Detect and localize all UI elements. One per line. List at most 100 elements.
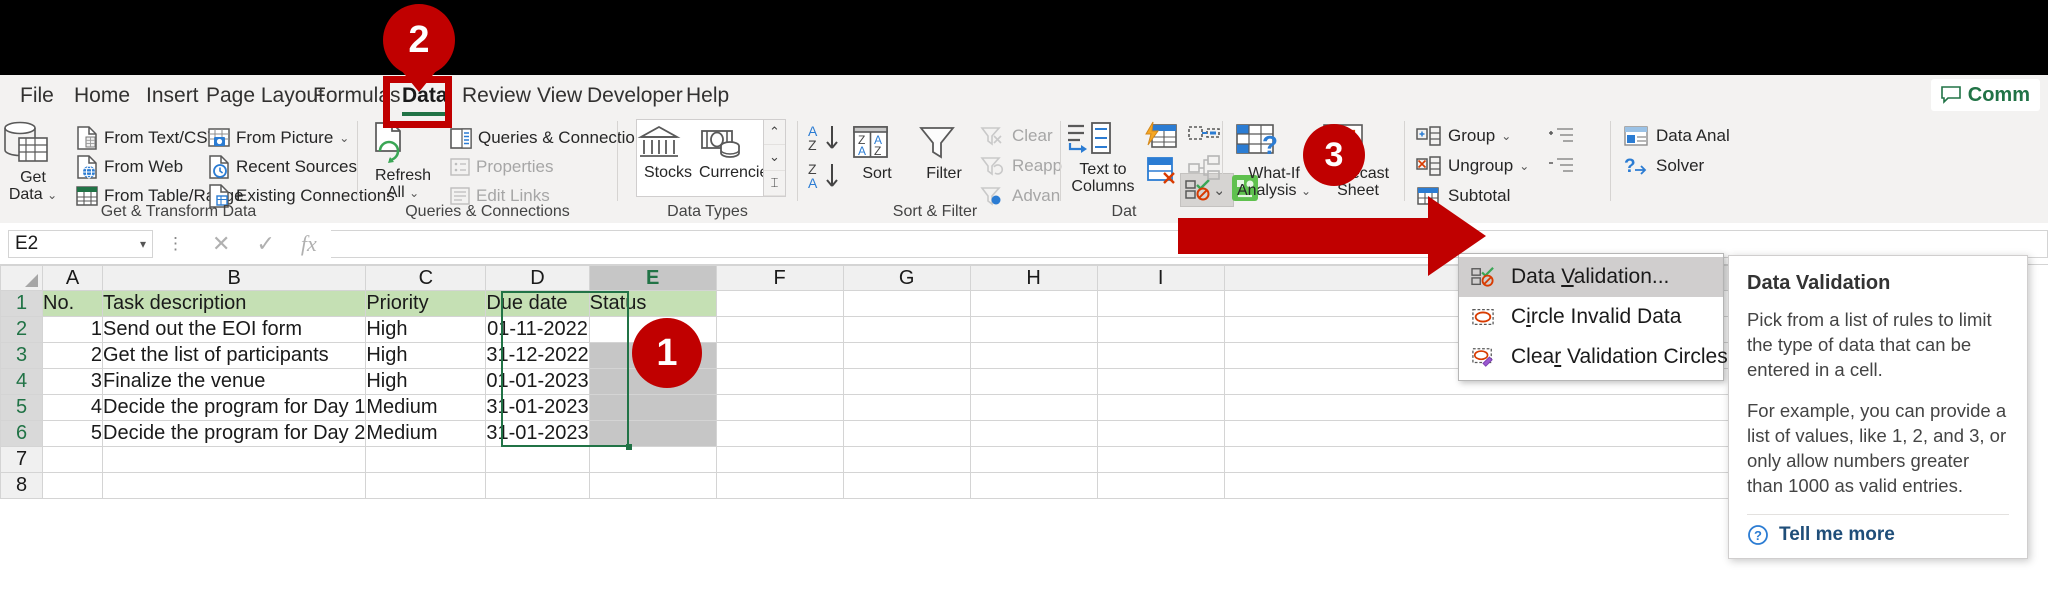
cell-h3[interactable] [969,342,1098,369]
tab-formulas[interactable]: Formulas [307,81,407,111]
cell-i7[interactable] [1096,446,1225,473]
data-validation-dropdown-menu[interactable]: Data Validation... Circle Invalid Data C… [1458,253,1728,381]
cell-e1[interactable]: Status [588,290,717,317]
manage-data-model-button[interactable] [1188,155,1220,181]
cell-b4[interactable]: Finalize the venue [101,368,367,395]
from-web-button[interactable]: From Web [76,154,183,180]
cell-b6[interactable]: Decide the program for Day 2 [101,420,367,447]
cell-c4[interactable]: High [365,368,487,395]
column-header-b[interactable]: B [101,265,367,291]
row-header-5[interactable]: 5 [0,394,43,421]
data-types-gallery[interactable]: Stocks Currencies ⌃ ⌄ ⌶ [636,119,786,197]
ungroup-chevron-down-icon[interactable]: ⌄ [1519,159,1529,173]
cell-g8[interactable] [842,472,971,499]
row-header-6[interactable]: 6 [0,420,43,447]
cell-i8[interactable] [1096,472,1225,499]
row-header-2[interactable]: 2 [0,316,43,343]
from-text-csv-button[interactable]: From Text/CSV [76,125,219,151]
cell-c6[interactable]: Medium [365,420,487,447]
cell-c3[interactable]: High [365,342,487,369]
refresh-all-button[interactable]: Refresh All ⌄ [368,121,438,202]
gallery-scroll-down-icon[interactable]: ⌄ [764,145,785,171]
cell-h7[interactable] [969,446,1098,473]
row-header-3[interactable]: 3 [0,342,43,369]
name-box[interactable]: E2 ▾ [8,229,153,258]
cell-h5[interactable] [969,394,1098,421]
cell-f8[interactable] [715,472,844,499]
fill-handle[interactable] [626,444,632,450]
cell-b7[interactable] [101,446,367,473]
cell-d4[interactable]: 01-01-2023 [485,368,590,395]
hide-detail-icon[interactable] [1549,157,1575,175]
cell-g5[interactable] [842,394,971,421]
show-detail-icon[interactable] [1549,127,1575,145]
cancel-icon[interactable]: ✕ [212,231,230,257]
confirm-icon[interactable]: ✓ [256,231,274,257]
sort-za-button[interactable]: Z A [808,161,846,191]
row-header-7[interactable]: 7 [0,446,43,473]
tab-developer[interactable]: Developer [581,81,689,111]
cell-f3[interactable] [715,342,844,369]
column-header-f[interactable]: F [715,265,844,291]
cell-e7[interactable] [588,446,717,473]
cell-a1[interactable]: No. [42,290,103,317]
name-box-chevron-down-icon[interactable]: ▾ [140,237,146,251]
sort-button[interactable]: Z A A Z Sort [848,123,906,182]
cell-e5[interactable] [588,394,717,421]
tab-view[interactable]: View [531,81,588,111]
cell-f4[interactable] [715,368,844,395]
row-header-4[interactable]: 4 [0,368,43,395]
from-picture-button[interactable]: From Picture ⌄ [208,125,349,151]
recent-sources-button[interactable]: Recent Sources [208,154,357,180]
cell-c7[interactable] [365,446,487,473]
cell-e6[interactable] [588,420,717,447]
tab-file[interactable]: File [14,81,60,111]
column-header-h[interactable]: H [969,265,1098,291]
cell-d2[interactable]: 01-11-2022 [485,316,590,343]
cell-b2[interactable]: Send out the EOI form [101,316,367,343]
ungroup-button[interactable]: Ungroup ⌄ [1416,153,1575,179]
cell-b8[interactable] [101,472,367,499]
cell-h2[interactable] [969,316,1098,343]
gallery-scroll-up-icon[interactable]: ⌃ [764,120,785,146]
tab-home[interactable]: Home [68,81,136,111]
cell-f7[interactable] [715,446,844,473]
cell-d7[interactable] [485,446,590,473]
flash-fill-button[interactable] [1144,121,1178,151]
cell-b1[interactable]: Task description [101,290,367,317]
cell-d6[interactable]: 31-01-2023 [485,420,590,447]
cell-a6[interactable]: 5 [42,420,103,447]
cell-d5[interactable]: 31-01-2023 [485,394,590,421]
cell-h8[interactable] [969,472,1098,499]
column-header-d[interactable]: D [485,265,590,291]
insert-function-icon[interactable]: fx [301,231,317,257]
menu-item-data-validation[interactable]: Data Validation... [1459,257,1723,297]
remove-duplicates-button[interactable] [1144,155,1178,185]
cell-g3[interactable] [842,342,971,369]
cell-d3[interactable]: 31-12-2022 [485,342,590,369]
cell-c8[interactable] [365,472,487,499]
text-to-columns-button[interactable]: Text to Columns [1064,121,1142,195]
cell-d8[interactable] [485,472,590,499]
cell-i6[interactable] [1096,420,1225,447]
data-types-gallery-scrollbar[interactable]: ⌃ ⌄ ⌶ [763,120,785,196]
menu-item-circle-invalid-data[interactable]: Circle Invalid Data [1459,297,1723,337]
group-chevron-down-icon[interactable]: ⌄ [1501,129,1511,143]
cell-a3[interactable]: 2 [42,342,103,369]
tab-insert[interactable]: Insert [140,81,205,111]
select-all-corner[interactable] [0,265,43,291]
column-header-g[interactable]: G [842,265,971,291]
relationships-button[interactable] [1188,121,1220,147]
cell-g2[interactable] [842,316,971,343]
cell-i4[interactable] [1096,368,1225,395]
cell-f2[interactable] [715,316,844,343]
cell-i3[interactable] [1096,342,1225,369]
tab-help[interactable]: Help [680,81,735,111]
cell-b3[interactable]: Get the list of participants [101,342,367,369]
cell-i5[interactable] [1096,394,1225,421]
filter-button[interactable]: Filter [915,123,973,182]
solver-button[interactable]: ? Solver [1624,153,1704,179]
cell-h1[interactable] [969,290,1098,317]
get-data-button[interactable]: Get Data ⌄ [2,121,64,204]
cell-a4[interactable]: 3 [42,368,103,395]
